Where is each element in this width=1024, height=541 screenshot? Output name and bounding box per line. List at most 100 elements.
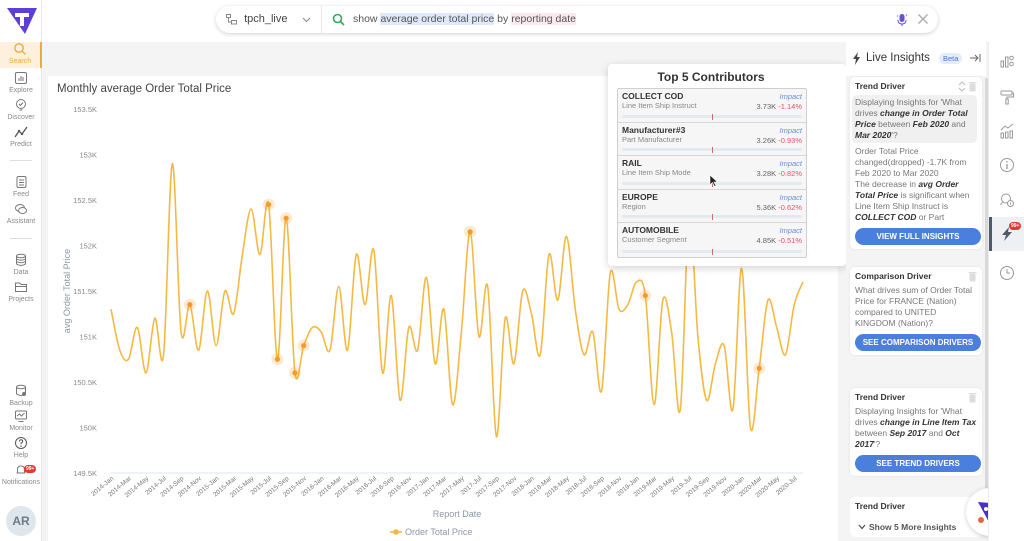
data-point <box>407 326 410 329</box>
insights-header: Live Insights Beta <box>846 42 986 76</box>
datasource-select[interactable]: tpch_live <box>216 6 322 33</box>
impact-label: Impact <box>779 125 802 135</box>
data-point <box>714 362 717 365</box>
rail-live-insights[interactable]: 99+ <box>989 217 1024 251</box>
data-point <box>320 330 323 333</box>
trash-icon[interactable] <box>968 392 977 403</box>
nav-discover[interactable]: Discover <box>0 98 42 124</box>
search-bar: tpch_live show average order total price… <box>216 6 938 33</box>
data-point <box>775 326 778 329</box>
collapse-chevron-icon[interactable] <box>958 81 966 92</box>
insight-card-comparison-driver: Comparison Driver What drives sum of Ord… <box>850 267 982 355</box>
nav-feed[interactable]: Feed <box>0 175 42 201</box>
search-insight-icon <box>1000 193 1014 207</box>
nav-projects[interactable]: Projects <box>0 280 42 306</box>
contributor-name: Manufacturer#3 <box>622 124 686 135</box>
insights-title: Live Insights <box>866 52 930 64</box>
contributor-name: RAIL <box>622 158 642 168</box>
insight-card-title: Comparison Driver <box>855 271 932 281</box>
nav-predict[interactable]: Predict <box>0 125 42 151</box>
nav-label: Notifications <box>1 479 41 486</box>
impact-label: Impact <box>779 159 802 168</box>
contributor-row[interactable]: Manufacturer#3 Impact Part Manufacturer 3.2… <box>618 123 806 156</box>
nav-assistant[interactable]: Assistant <box>0 202 42 228</box>
rail-analytics[interactable] <box>989 116 1024 146</box>
data-point <box>442 308 445 311</box>
nav-backup[interactable]: Backup <box>0 384 42 410</box>
rail-format[interactable] <box>989 82 1024 112</box>
paint-roller-icon <box>1000 90 1014 105</box>
trash-icon[interactable] <box>968 271 977 282</box>
data-point <box>539 353 542 356</box>
contributor-row[interactable]: EUROPE Impact Region 5.36K -0.62% <box>618 190 806 223</box>
y-tick-label: 150.5K <box>73 378 97 387</box>
data-point <box>145 371 148 374</box>
contributor-row[interactable]: COLLECT COD Impact Line Item Ship Instruct… <box>618 89 806 123</box>
contributor-row[interactable]: AUTOMOBILE Impact Customer Segment 4.85K -0… <box>618 223 806 257</box>
nav-explore[interactable]: Explore <box>0 71 42 97</box>
nav-help[interactable]: Help <box>0 436 42 462</box>
app: Search Explore Discover Predict Feed Ass… <box>0 0 1024 541</box>
query-keyword: by <box>494 13 512 25</box>
nav-notifications[interactable]: Notifications 99+ <box>0 463 42 489</box>
assistant-icon <box>15 204 27 214</box>
show-more-insights-button[interactable]: Show 5 More Insights <box>858 522 956 532</box>
data-point <box>258 253 261 256</box>
y-tick-label: 152.5K <box>73 196 97 205</box>
backup-icon <box>16 384 26 396</box>
top-bar: tpch_live show average order total price… <box>42 0 1024 42</box>
data-point <box>547 253 550 256</box>
rail-search-insights[interactable] <box>989 185 1024 215</box>
collapse-panel-icon[interactable] <box>969 53 981 63</box>
contributor-values: 3.73K -1.14% <box>757 102 802 111</box>
contributor-value: 3.26K <box>756 135 777 145</box>
data-point <box>521 290 524 293</box>
emphasis: change in Line Item Tax <box>880 417 977 427</box>
nav-data[interactable]: Data <box>0 253 42 279</box>
popup-title: Top 5 Contributors <box>657 70 765 84</box>
data-point <box>381 371 384 374</box>
close-icon[interactable] <box>917 13 929 25</box>
contributor-name: AUTOMOBILE <box>622 225 679 235</box>
data-point <box>197 349 200 352</box>
beta-badge: Beta <box>939 53 963 64</box>
user-avatar[interactable]: AR <box>6 506 36 536</box>
contributor-values: 5.36K -0.62% <box>757 203 802 212</box>
data-point <box>460 330 463 333</box>
app-logo[interactable] <box>5 4 39 36</box>
insight-card-trend-driver: Trend Driver Displaying Insights for 'Wh… <box>850 388 982 476</box>
see-trend-drivers-button[interactable]: SEE TREND DRIVERS <box>855 455 981 472</box>
see-comparison-drivers-button[interactable]: SEE COMPARISON DRIVERS <box>855 334 981 351</box>
mouse-cursor-icon <box>709 174 719 187</box>
rail-chart-type[interactable] <box>989 46 1024 76</box>
text: '? <box>891 130 898 140</box>
contributor-value: 5.36K <box>756 202 777 212</box>
trash-icon[interactable] <box>968 81 977 92</box>
query-measure-token[interactable]: average order total price <box>380 13 495 25</box>
data-point <box>749 426 752 429</box>
search-icon <box>14 43 26 55</box>
top-contributors-popup: Top 5 Contributors COLLECT COD Impact Line… <box>608 64 846 266</box>
nav-search[interactable]: Search <box>0 42 42 68</box>
rail-info[interactable] <box>989 150 1024 180</box>
query-dimension-token[interactable]: reporting date <box>511 13 576 25</box>
microphone-icon[interactable] <box>896 13 908 27</box>
search-input[interactable]: show average order total price by report… <box>332 6 576 33</box>
data-point <box>328 349 331 352</box>
notification-badge: 99+ <box>24 465 37 473</box>
live-insights-panel: Live Insights Beta Trend Driver Displayi… <box>846 42 988 541</box>
nav-label: Data <box>13 269 29 276</box>
contributor-impact-pct: -0.51% <box>778 236 802 245</box>
data-point <box>206 290 209 293</box>
view-full-insights-button[interactable]: VIEW FULL INSIGHTS <box>855 228 981 245</box>
emphasis: COLLECT COD <box>855 212 917 222</box>
contributor-value: 3.73K <box>756 102 777 111</box>
feed-icon <box>16 176 27 188</box>
nav-monitor[interactable]: Monitor <box>0 409 42 435</box>
text: Order Total Price changed(dropped) -1.7K… <box>855 146 967 178</box>
y-tick-label: 151K <box>79 333 97 342</box>
data-point <box>696 335 699 338</box>
text: '? <box>873 439 881 449</box>
rail-history[interactable] <box>989 258 1024 288</box>
data-point <box>802 280 805 283</box>
